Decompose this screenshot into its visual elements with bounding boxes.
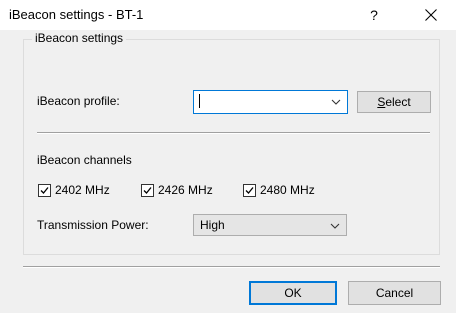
- chevron-down-icon: [331, 99, 341, 105]
- close-icon: [425, 9, 437, 21]
- close-button[interactable]: [415, 1, 447, 29]
- help-button[interactable]: ?: [358, 1, 390, 29]
- separator: [37, 132, 430, 134]
- group-legend: iBeacon settings: [32, 31, 127, 45]
- channel-2426-label[interactable]: 2426 MHz: [158, 183, 213, 197]
- channel-2480-label[interactable]: 2480 MHz: [260, 183, 315, 197]
- channel-2426-checkbox[interactable]: [141, 184, 154, 197]
- checkmark-icon: [245, 187, 254, 194]
- transmission-power-select[interactable]: High: [193, 214, 347, 236]
- select-button[interactable]: Select: [357, 91, 431, 113]
- channel-2480-checkbox[interactable]: [243, 184, 256, 197]
- ok-button[interactable]: OK: [249, 281, 337, 305]
- title-bar: iBeacon settings - BT-1 ?: [0, 0, 456, 31]
- checkmark-icon: [40, 187, 49, 194]
- select-label-rest: elect: [385, 95, 411, 109]
- chevron-down-icon: [330, 223, 340, 229]
- text-caret: [199, 94, 200, 108]
- checkmark-icon: [143, 187, 152, 194]
- profile-combobox[interactable]: [193, 90, 348, 114]
- channels-heading: iBeacon channels: [37, 153, 132, 167]
- footer-separator: [23, 266, 440, 268]
- profile-label: iBeacon profile:: [37, 94, 120, 108]
- transmission-power-label: Transmission Power:: [37, 218, 149, 232]
- channel-2402-checkbox[interactable]: [38, 184, 51, 197]
- channel-2402-label[interactable]: 2402 MHz: [55, 183, 110, 197]
- window-title: iBeacon settings - BT-1: [9, 7, 144, 22]
- cancel-button[interactable]: Cancel: [348, 281, 441, 305]
- transmission-power-value: High: [200, 218, 225, 232]
